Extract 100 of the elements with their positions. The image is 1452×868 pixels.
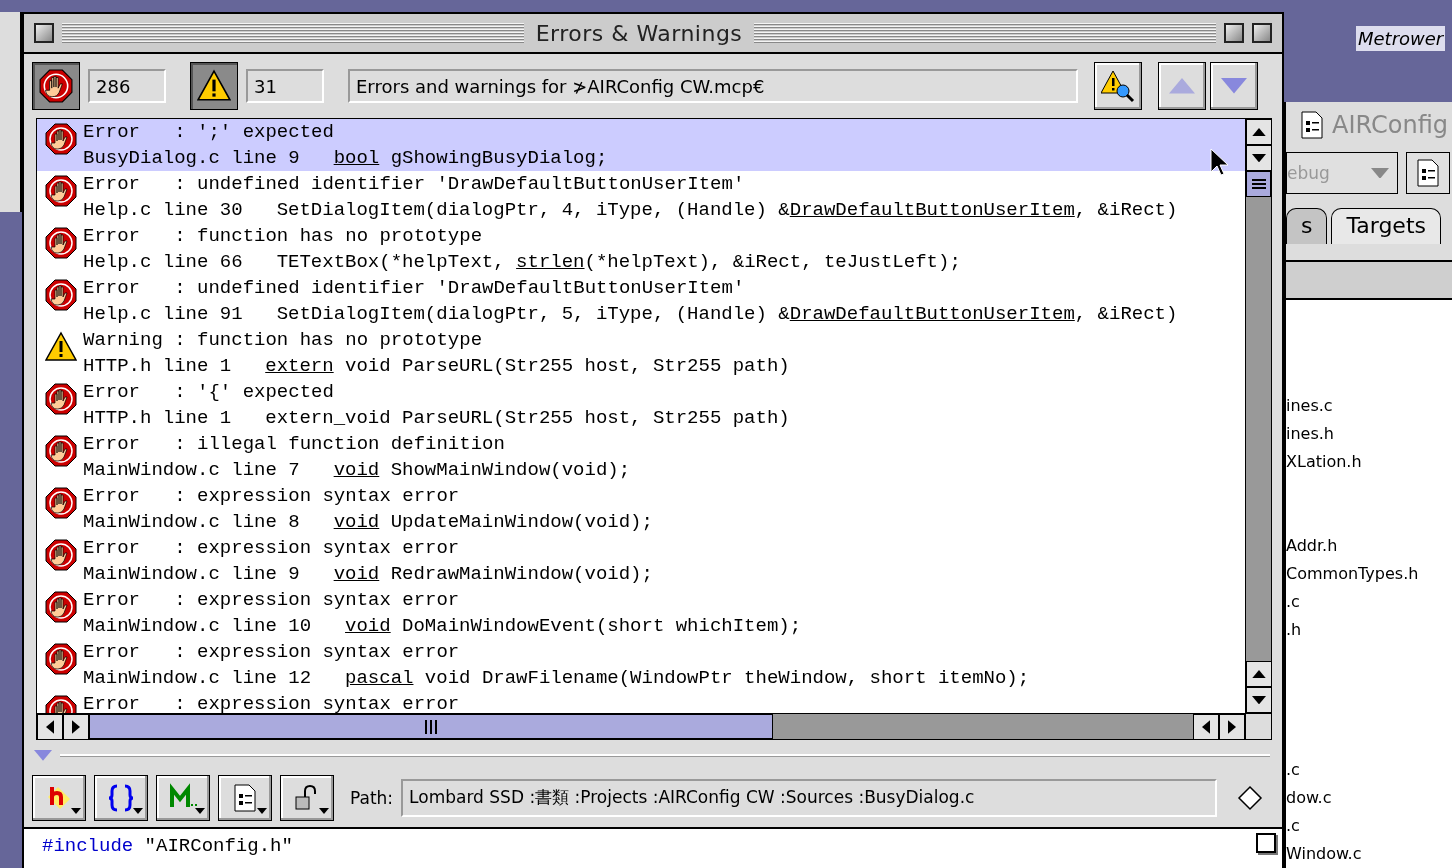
left-arrow-icon — [46, 720, 54, 734]
down-arrow-icon — [1252, 153, 1266, 163]
up-arrow-icon — [1252, 669, 1266, 679]
source-line: SetDialogItem(dialogPtr, 4, iType, (Handle) &DrawDefaultButtonUserItem, &iRect) — [276, 198, 1178, 223]
previous-button[interactable] — [1158, 62, 1206, 110]
lock-popup-button[interactable] — [280, 774, 334, 821]
stop-hand-icon — [45, 123, 77, 155]
caret-icon — [319, 807, 329, 814]
markers-popup-button[interactable] — [156, 774, 210, 821]
tab[interactable]: Targets — [1331, 208, 1441, 244]
up-arrow-icon — [1169, 78, 1195, 94]
message-summary: Warning : function has no prototype — [83, 328, 484, 353]
message-summary: Error : function has no prototype — [83, 224, 484, 249]
message-summary: Error : expression syntax error — [83, 484, 461, 509]
scroll-left-button[interactable] — [37, 714, 63, 740]
disclosure-triangle-icon — [34, 750, 52, 761]
message-location: MainWindow.c line 10 — [83, 614, 312, 639]
window-title: AIRConfig — [1332, 111, 1448, 139]
warnings-count: 31 — [246, 69, 324, 103]
document-icon — [233, 783, 257, 812]
scroll-left-button[interactable] — [1193, 714, 1219, 740]
scroll-down-button[interactable] — [1246, 687, 1272, 713]
stop-hand-icon — [45, 175, 77, 207]
right-arrow-icon — [72, 720, 80, 734]
file-name[interactable]: ines.h — [1286, 420, 1334, 448]
scroll-thumb[interactable] — [1246, 171, 1271, 197]
stop-hand-icon — [45, 591, 77, 623]
project-file-icon — [1300, 111, 1324, 139]
message-summary: Error : expression syntax error — [83, 640, 461, 665]
desktop-icon-label: Metrower — [1356, 26, 1446, 51]
stop-hand-icon — [45, 643, 77, 675]
source-line: TETextBox(*helpText, strlen(*helpText), &iRect, teJustLeft); — [276, 250, 961, 275]
message-summary: Error : expression syntax error — [83, 692, 460, 713]
message-location: MainWindow.c line 9 — [83, 562, 300, 587]
horizontal-scrollbar[interactable] — [37, 713, 1245, 739]
file-name[interactable]: CommonTypes.h — [1286, 560, 1419, 588]
path-field: Lombard SSD :書類 :Projects :AIRConfig CW :Sources :BusyDialog.c — [401, 778, 1218, 817]
file-name[interactable]: dow.c — [1286, 784, 1332, 812]
scroll-thumb[interactable] — [89, 714, 773, 739]
message-summary: Error : illegal function definition — [83, 432, 506, 457]
message-location: HTTP.h line 1 — [83, 354, 232, 379]
document-popup-button[interactable] — [218, 774, 272, 821]
warning-icon — [45, 331, 77, 363]
message-summary: Error : expression syntax error — [83, 536, 461, 561]
warnings-toggle[interactable] — [190, 62, 238, 110]
path-label: Path: — [350, 787, 394, 808]
caret-icon — [1371, 167, 1389, 179]
functions-popup-button[interactable] — [94, 774, 148, 821]
collapse-box[interactable] — [1252, 23, 1272, 43]
file-name[interactable]: .c — [1286, 812, 1300, 840]
message-location: MainWindow.c line 7 — [83, 458, 300, 483]
diamond-icon — [1237, 784, 1264, 811]
errors-count: 286 — [88, 69, 166, 103]
resize-box[interactable] — [1256, 832, 1276, 853]
file-name[interactable]: .c — [1286, 756, 1300, 784]
stop-hand-icon — [39, 69, 73, 103]
scroll-right-button[interactable] — [63, 714, 89, 740]
down-arrow-icon — [1221, 78, 1247, 94]
message-location: Help.c line 91 — [83, 302, 243, 327]
file-name[interactable]: ines.c — [1286, 392, 1333, 420]
source-line: pascal void DrawFilename(WindowPtr theWindow, short itemNo); — [345, 666, 1030, 691]
stop-hand-icon — [45, 279, 77, 311]
right-arrow-icon — [1228, 720, 1236, 734]
stop-hand-icon — [45, 435, 77, 467]
grip-icon — [1251, 179, 1266, 189]
next-button[interactable] — [1210, 62, 1258, 110]
message-location: Help.c line 66 — [83, 250, 243, 275]
message-row[interactable]: Error : ';' expected BusyDialog.c line 9 bool gShowingBusyDialog; — [37, 119, 1245, 171]
file-name[interactable]: XLation.h — [1286, 448, 1362, 476]
file-name[interactable]: Window.c — [1286, 840, 1362, 868]
source-line: SetDialogItem(dialogPtr, 5, iType, (Handle) &DrawDefaultButtonUserItem, &iRect) — [276, 302, 1178, 327]
message-summary: Error : undefined identifier 'DrawDefaultButtonUserItem' — [83, 172, 746, 197]
down-arrow-icon — [1252, 695, 1266, 705]
header-popup-button[interactable] — [32, 774, 86, 821]
scroll-up-button[interactable] — [1246, 661, 1272, 687]
errors-toggle[interactable] — [32, 62, 80, 110]
stop-hand-icon — [45, 539, 77, 571]
settings-button[interactable] — [1406, 152, 1450, 194]
find-warning-button[interactable] — [1094, 62, 1142, 110]
window-title: Errors & Warnings — [534, 20, 744, 46]
tab[interactable]: s — [1286, 208, 1328, 244]
stop-hand-icon — [45, 383, 77, 415]
vertical-scrollbar[interactable] — [1245, 119, 1271, 713]
file-name[interactable]: Addr.h — [1286, 532, 1338, 560]
stop-hand-icon — [45, 487, 77, 519]
message-summary: Error : '{' expected — [83, 380, 335, 405]
scroll-right-button[interactable] — [1219, 714, 1245, 740]
zoom-box[interactable] — [1224, 23, 1244, 43]
mouse-pointer-icon — [1210, 148, 1230, 178]
source-line: void DoMainWindowEvent(short whichItem); — [345, 614, 802, 639]
file-name[interactable]: .c — [1286, 588, 1300, 616]
scroll-up-button[interactable] — [1246, 119, 1272, 145]
message-location: BusyDialog.c line 9 — [83, 146, 300, 171]
code-editor[interactable]: #include "AIRConfig.h" — [24, 826, 1282, 868]
close-box[interactable] — [34, 23, 54, 43]
scroll-down-button[interactable] — [1246, 145, 1272, 171]
source-line: extern_void ParseURL(Str255 host, Str255 path) — [265, 406, 790, 431]
left-arrow-icon — [1202, 720, 1210, 734]
source-line: extern void ParseURL(Str255 host, Str255 path) — [265, 354, 790, 379]
file-name[interactable]: .h — [1286, 616, 1302, 644]
